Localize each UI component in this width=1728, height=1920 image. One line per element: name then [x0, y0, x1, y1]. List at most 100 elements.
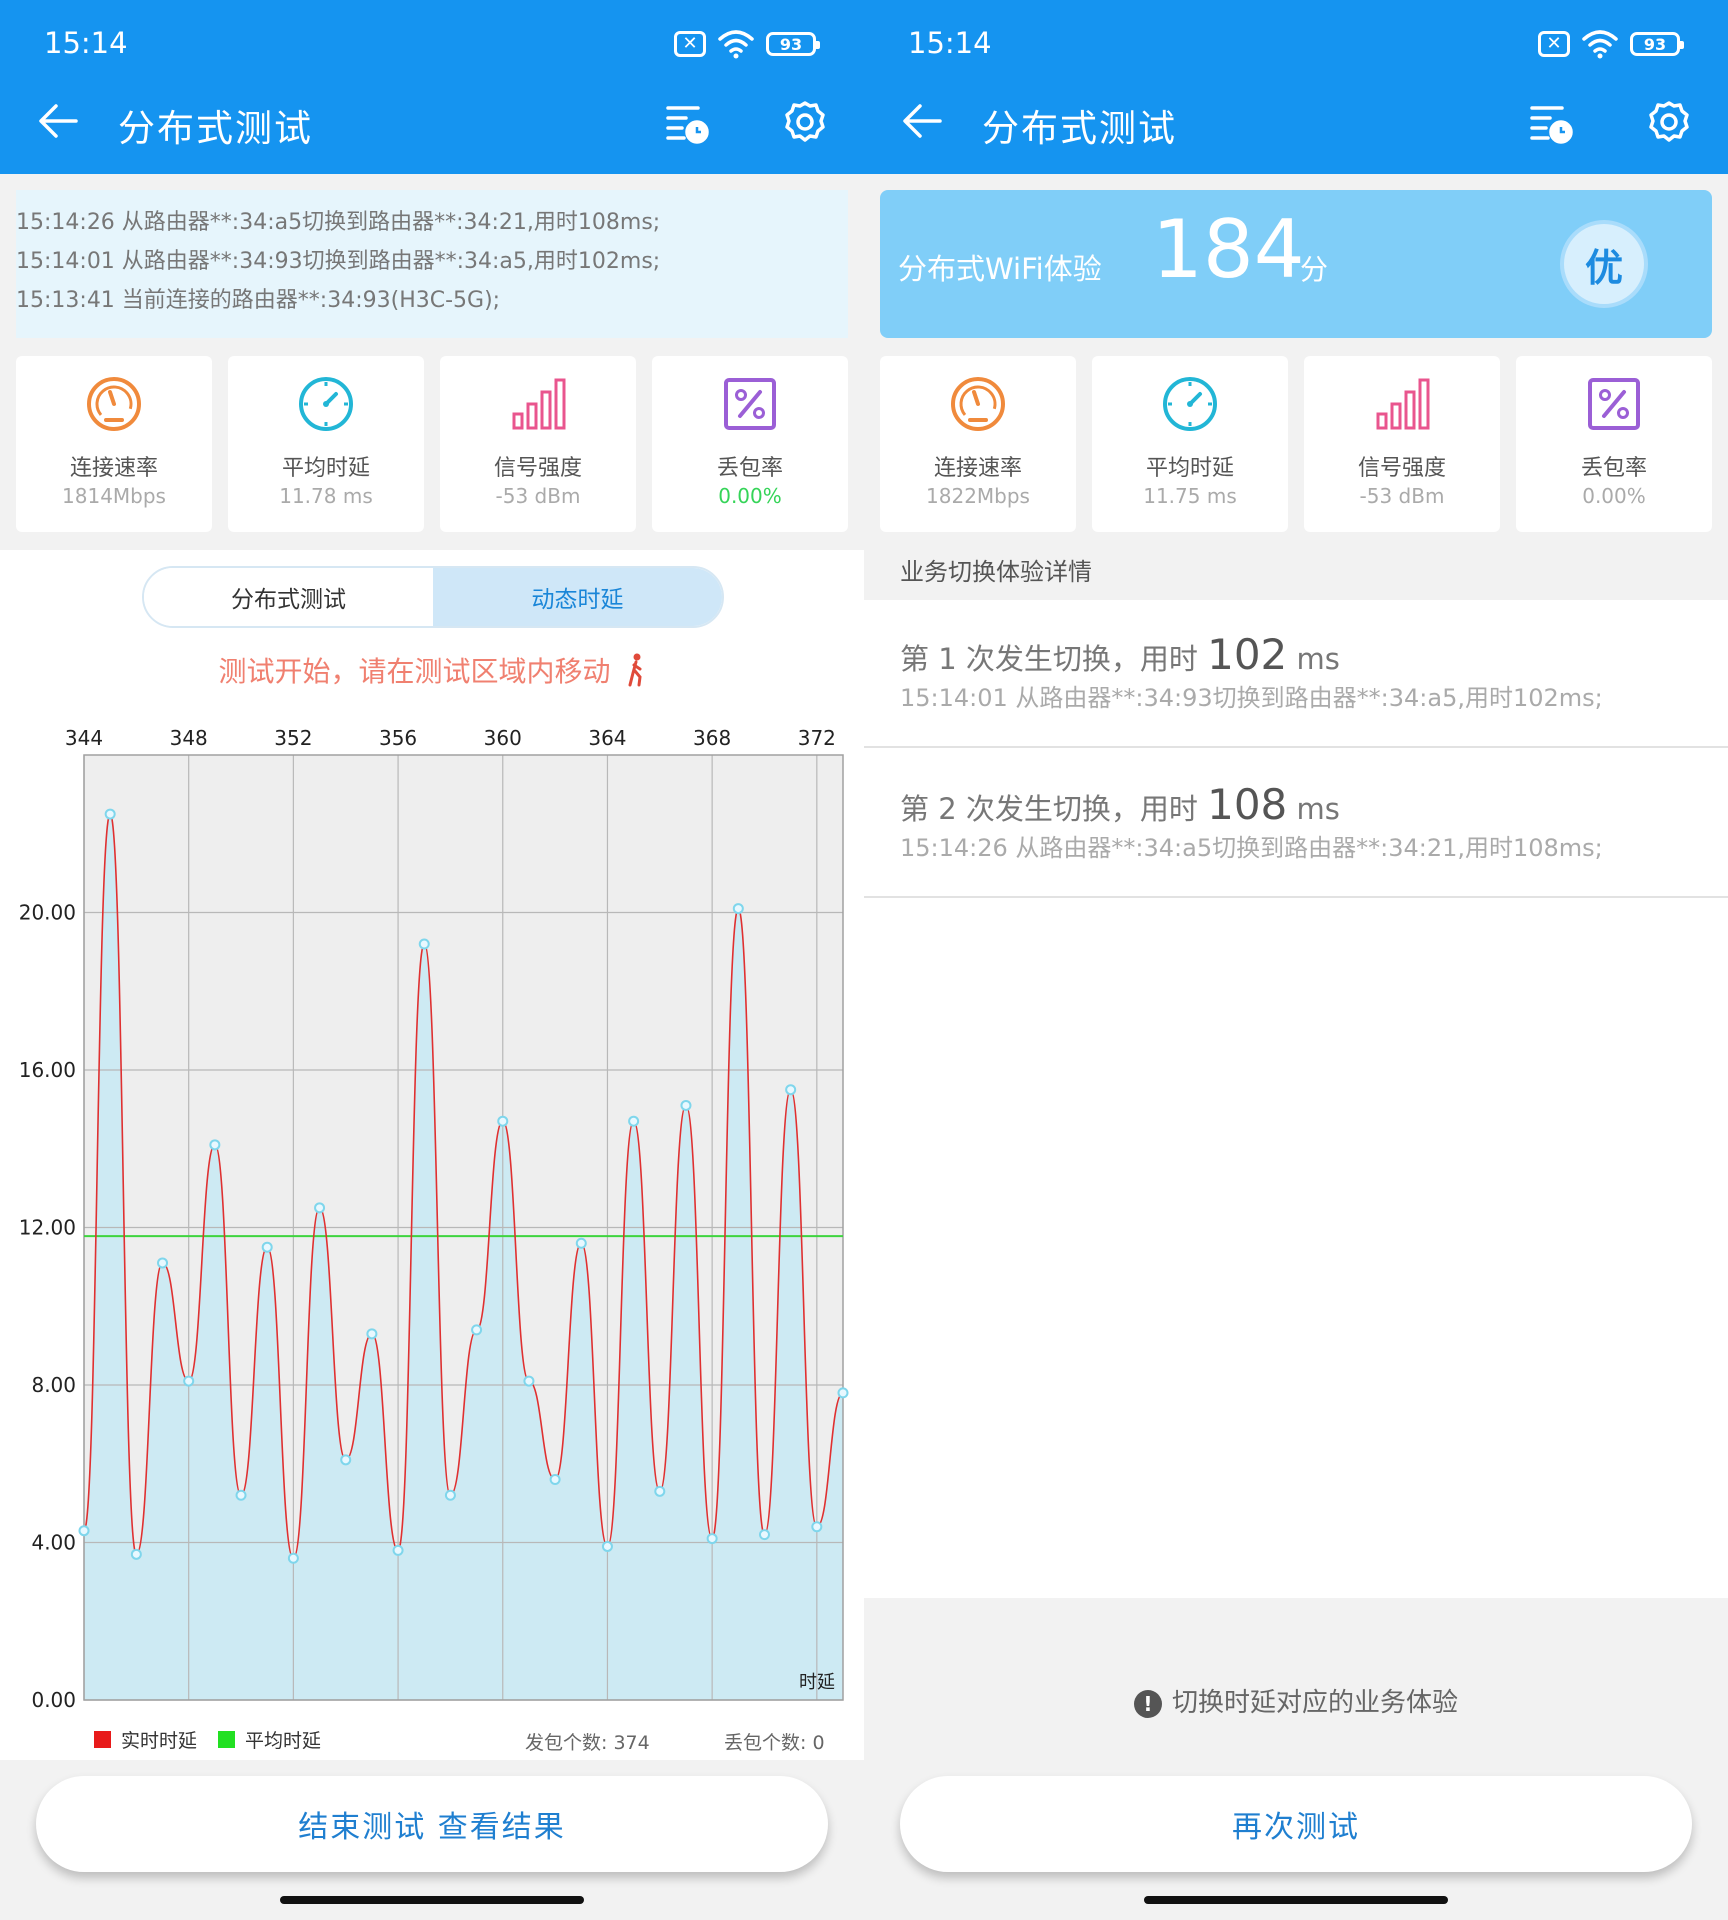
- wifi-score-card: 分布式WiFi体验 184 分 优: [880, 190, 1712, 338]
- end-test-view-results-button[interactable]: 结束测试 查看结果: [36, 1776, 828, 1872]
- signal-bars-icon: [512, 378, 566, 430]
- y-tick-label: 8.00: [31, 1373, 76, 1397]
- metrics-row: 连接速率 1822Mbps 平均时延 11.75 ms 信号强度 -53 dBm: [880, 356, 1712, 532]
- packets-lost: 丢包个数: 0: [724, 1732, 825, 1754]
- metric-packet-loss: 丢包率 0.00%: [1516, 356, 1712, 532]
- y-tick-label: 12.00: [19, 1216, 76, 1240]
- metric-avg-latency: 平均时延 11.75 ms: [1092, 356, 1288, 532]
- clock-icon: [299, 377, 353, 431]
- detail-description: 15:14:26 从路由器**:34:a5切换到路由器**:34:21,用时10…: [900, 834, 1603, 862]
- metric-value: -53 dBm: [1359, 484, 1445, 508]
- detail-prefix: 第 1 次发生切换，用时: [900, 642, 1208, 676]
- data-point: [418, 938, 430, 950]
- experience-hint[interactable]: ! 切换时延对应的业务体验: [864, 1682, 1728, 1719]
- metric-value: 1814Mbps: [62, 484, 166, 508]
- data-point: [497, 1115, 509, 1127]
- data-point: [366, 1328, 378, 1340]
- x-tick-label: 356: [379, 726, 417, 750]
- no-sim-icon: ✕: [1538, 31, 1570, 57]
- page-title: 分布式测试: [118, 107, 313, 150]
- detail-prefix: 第 2 次发生切换，用时: [900, 792, 1208, 826]
- percent-icon: [1588, 378, 1640, 430]
- latency-chart-svg: 344 348 352 356 360 364 368 372 0.00 4.00 8.00 12.0…: [19, 726, 849, 1712]
- x-tick-label: 360: [484, 726, 522, 750]
- metric-avg-latency: 平均时延 11.78 ms: [228, 356, 424, 532]
- speedometer-icon: [951, 377, 1005, 431]
- list-item[interactable]: 第 1 次发生切换，用时 102 ms 15:14:01 从路由器**:34:9…: [864, 600, 1728, 748]
- legend-label: 实时时延: [121, 1730, 198, 1752]
- tab-dynamic-latency[interactable]: 动态时延: [433, 568, 722, 626]
- history-list-icon[interactable]: [664, 100, 710, 146]
- detail-unit: ms: [1287, 642, 1340, 676]
- status-icons: ✕ 93: [1538, 28, 1684, 60]
- data-point: [601, 1540, 613, 1552]
- legend-label: 平均时延: [245, 1730, 322, 1752]
- data-point: [444, 1489, 456, 1501]
- detail-duration: 108: [1207, 780, 1288, 829]
- packets-sent: 发包个数: 374: [525, 1732, 650, 1754]
- log-line: 15:14:01 从路由器**:34:93切换到路由器**:34:a5,用时10…: [16, 249, 661, 274]
- history-list-icon[interactable]: [1528, 100, 1574, 146]
- battery-icon: 93: [1630, 32, 1684, 56]
- log-line: 15:14:26 从路由器**:34:a5切换到路由器**:34:21,用时10…: [16, 210, 661, 235]
- data-point: [785, 1084, 797, 1096]
- score-value: 184: [1152, 203, 1305, 296]
- data-point: [628, 1115, 640, 1127]
- data-point: [680, 1099, 692, 1111]
- notice-text: 测试开始，请在测试区域内移动: [218, 655, 611, 688]
- back-arrow-icon[interactable]: [898, 96, 948, 146]
- metric-value: -53 dBm: [495, 484, 581, 508]
- axis-caption: 时延: [799, 1672, 835, 1693]
- back-arrow-icon[interactable]: [34, 96, 84, 146]
- metric-label: 丢包率: [1580, 456, 1647, 481]
- data-point: [523, 1375, 535, 1387]
- metric-label: 信号强度: [493, 456, 582, 481]
- app-bar: 15:14 ✕ 93 分布式测试: [864, 0, 1728, 174]
- x-tick-label: 372: [798, 726, 836, 750]
- data-point: [837, 1387, 849, 1399]
- y-tick-label: 16.00: [19, 1058, 76, 1082]
- score-label: 分布式WiFi体验: [898, 252, 1102, 286]
- home-indicator: [280, 1896, 584, 1904]
- wifi-icon: [1582, 30, 1618, 59]
- y-tick-label: 0.00: [31, 1688, 76, 1712]
- data-point: [732, 903, 744, 915]
- legend-realtime: 实时时延: [94, 1726, 197, 1753]
- data-point: [314, 1202, 326, 1214]
- list-item[interactable]: 第 2 次发生切换，用时 108 ms 15:14:26 从路由器**:34:a…: [864, 750, 1728, 898]
- data-point: [78, 1525, 90, 1537]
- data-point: [157, 1257, 169, 1269]
- data-point: [235, 1489, 247, 1501]
- tab-distributed-test[interactable]: 分布式测试: [144, 568, 433, 626]
- metric-label: 平均时延: [1145, 456, 1234, 481]
- data-point: [575, 1237, 587, 1249]
- settings-gear-icon[interactable]: [780, 98, 830, 148]
- data-point: [758, 1529, 770, 1541]
- percent-icon: [724, 378, 776, 430]
- retest-button[interactable]: 再次测试: [900, 1776, 1692, 1872]
- wifi-icon: [718, 30, 754, 59]
- metric-value: 0.00%: [718, 484, 782, 508]
- legend-green-swatch: [218, 1731, 235, 1748]
- legend-red-swatch: [94, 1731, 111, 1748]
- no-sim-icon: ✕: [674, 31, 706, 57]
- data-point: [392, 1544, 404, 1556]
- left-screen: 15:14 ✕ 93 分布式测试 15:14:26 从路由器**:34:a5切换…: [0, 0, 864, 1920]
- detail-heading: 第 2 次发生切换，用时 108 ms: [900, 780, 1340, 829]
- test-notice: 测试开始，请在测试区域内移动: [0, 650, 864, 690]
- x-tick-label: 364: [588, 726, 626, 750]
- app-bar: 15:14 ✕ 93 分布式测试: [0, 0, 864, 174]
- metric-link-speed: 连接速率 1822Mbps: [880, 356, 1076, 532]
- data-point: [130, 1548, 142, 1560]
- settings-gear-icon[interactable]: [1644, 98, 1694, 148]
- info-icon: !: [1133, 1690, 1162, 1718]
- handover-detail-list: 第 1 次发生切换，用时 102 ms 15:14:01 从路由器**:34:9…: [864, 600, 1728, 1598]
- data-point: [654, 1485, 666, 1497]
- grade-text: 优: [1584, 245, 1623, 290]
- clock-icon: [1163, 377, 1217, 431]
- y-tick-label: 4.00: [31, 1531, 76, 1555]
- detail-heading: 第 1 次发生切换，用时 102 ms: [900, 630, 1340, 679]
- metric-value: 1822Mbps: [926, 484, 1030, 508]
- data-point: [811, 1521, 823, 1533]
- battery-icon: 93: [766, 32, 820, 56]
